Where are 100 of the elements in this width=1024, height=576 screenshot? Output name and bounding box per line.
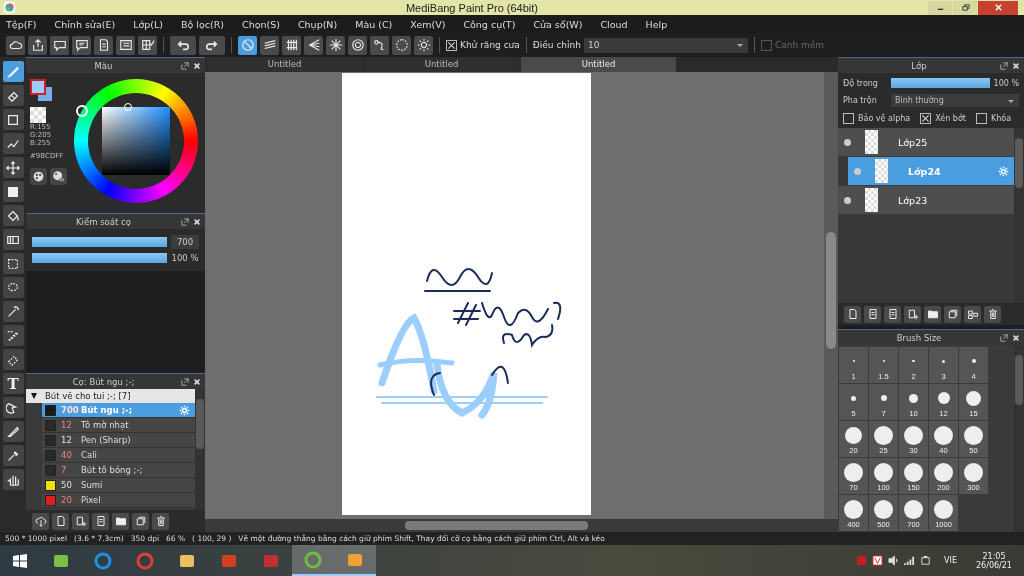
taskbar-app-button[interactable]	[292, 545, 334, 576]
toolbar-button[interactable]	[50, 35, 69, 55]
layer-row[interactable]: Lớp23	[838, 186, 1014, 215]
snap-button[interactable]	[260, 35, 279, 55]
panel-tool-button[interactable]	[152, 512, 169, 530]
toolbar-button[interactable]	[94, 35, 113, 55]
slider-fill[interactable]	[32, 237, 167, 247]
menu-item[interactable]: Chọn(S)	[242, 18, 280, 30]
menu-item[interactable]: Help	[645, 18, 668, 30]
snap-button[interactable]	[326, 35, 345, 55]
snap-button[interactable]	[414, 35, 433, 55]
document-tab[interactable]: Untitled	[364, 57, 519, 72]
scrollbar[interactable]	[195, 389, 205, 510]
taskbar-app-button[interactable]	[334, 545, 376, 576]
panel-tool-button[interactable]	[924, 305, 941, 323]
brush-row[interactable]: 40 Cali	[42, 448, 195, 463]
visibility-dot-icon[interactable]	[854, 167, 861, 175]
toolbar-button[interactable]	[72, 35, 91, 55]
panel-tool-button[interactable]	[112, 512, 129, 530]
blend-dropdown[interactable]: Bình thường	[891, 93, 1019, 107]
brush-row[interactable]: 20 Pixel	[42, 493, 195, 508]
menu-item[interactable]: Công cụ(T)	[463, 18, 516, 30]
snap-button[interactable]	[282, 35, 301, 55]
menu-item[interactable]: Cloud	[600, 18, 628, 30]
toolbar-button[interactable]	[116, 35, 135, 55]
brush-group-row[interactable]: Bút vẽ cho tui ;-; [7]	[26, 389, 195, 403]
panel-tool-button[interactable]	[844, 305, 861, 323]
scrollbar[interactable]	[1014, 128, 1024, 303]
speaker-icon[interactable]	[888, 555, 900, 566]
layer-row[interactable]: Lớp25	[838, 128, 1014, 157]
undo-button[interactable]	[170, 35, 196, 55]
close-icon[interactable]	[1012, 61, 1020, 70]
menu-item[interactable]: Chụp(N)	[297, 18, 338, 30]
menu-item[interactable]: Màu (C)	[355, 18, 393, 30]
tool-button[interactable]	[2, 61, 24, 82]
undock-icon[interactable]	[1000, 61, 1008, 70]
color-swatches[interactable]	[30, 79, 54, 103]
close-icon[interactable]	[193, 377, 201, 386]
tool-button[interactable]: T	[2, 373, 24, 394]
visibility-dot-icon[interactable]	[844, 196, 851, 204]
slider-fill[interactable]	[32, 253, 167, 263]
tool-button[interactable]	[2, 229, 24, 250]
palette-settings-button[interactable]	[50, 168, 67, 185]
tool-button[interactable]	[2, 445, 24, 466]
menu-item[interactable]: Tệp(F)	[6, 18, 37, 30]
brush-row[interactable]: 50 Sumi	[42, 478, 195, 493]
adjust-dropdown[interactable]: 10	[584, 37, 748, 53]
tool-button[interactable]	[2, 349, 24, 370]
close-button[interactable]	[978, 0, 1018, 15]
gear-icon[interactable]	[998, 165, 1009, 177]
menu-item[interactable]: Chỉnh sửa(E)	[54, 18, 116, 30]
vertical-scrollbar[interactable]	[824, 72, 838, 519]
scroll-thumb[interactable]	[196, 399, 204, 449]
opacity-slider-fill[interactable]	[891, 78, 990, 88]
option-checkbox[interactable]	[843, 113, 854, 124]
tool-button[interactable]	[2, 325, 24, 346]
undock-icon[interactable]	[181, 377, 189, 386]
tool-button[interactable]	[2, 109, 24, 130]
menu-item[interactable]: Lớp(L)	[133, 18, 163, 30]
signal-bars-icon[interactable]	[904, 555, 916, 566]
brush-row[interactable]: 7 Bút tô bóng ;-;	[42, 463, 195, 478]
panel-tool-button[interactable]	[904, 305, 921, 323]
panel-tool-button[interactable]	[92, 512, 109, 530]
tool-button[interactable]	[2, 157, 24, 178]
toolbar-button[interactable]	[6, 35, 25, 55]
tool-button[interactable]	[2, 421, 24, 442]
gear-icon[interactable]	[179, 404, 190, 416]
menu-item[interactable]: Xem(V)	[410, 18, 446, 30]
undock-icon[interactable]	[181, 61, 189, 70]
snap-button[interactable]	[348, 35, 367, 55]
visibility-dot-icon[interactable]	[844, 138, 851, 146]
scroll-thumb[interactable]	[405, 521, 588, 530]
scroll-thumb[interactable]	[1015, 138, 1023, 188]
tool-button[interactable]	[2, 301, 24, 322]
panel-tool-button[interactable]	[132, 512, 149, 530]
close-icon[interactable]	[1012, 333, 1020, 342]
toolbar-button[interactable]	[138, 35, 157, 55]
undock-icon[interactable]	[181, 217, 189, 226]
snap-button[interactable]	[392, 35, 411, 55]
document-tab[interactable]: Untitled	[521, 57, 676, 72]
scroll-thumb[interactable]	[826, 232, 836, 349]
snap-button[interactable]	[304, 35, 323, 55]
panel-tool-button[interactable]	[984, 305, 1001, 323]
antialias-checkbox[interactable]	[446, 39, 457, 51]
redo-button[interactable]	[199, 35, 225, 55]
panel-tool-button[interactable]	[52, 512, 69, 530]
tool-button[interactable]	[2, 253, 24, 274]
panel-tool-button[interactable]	[72, 512, 89, 530]
menu-item[interactable]: Cửa sổ(W)	[533, 18, 583, 30]
undock-icon[interactable]	[1000, 333, 1008, 342]
language-indicator[interactable]: VIE	[944, 556, 957, 565]
restore-button[interactable]	[953, 0, 977, 15]
scrollbar[interactable]	[1014, 345, 1024, 532]
tool-button[interactable]	[2, 277, 24, 298]
panel-tool-button[interactable]	[944, 305, 961, 323]
scroll-thumb[interactable]	[1015, 355, 1023, 405]
panel-tool-button[interactable]	[884, 305, 901, 323]
brush-row[interactable]: 12 Pen (Sharp)	[42, 433, 195, 448]
panel-tool-button[interactable]	[964, 305, 981, 323]
option-checkbox[interactable]	[920, 113, 932, 124]
